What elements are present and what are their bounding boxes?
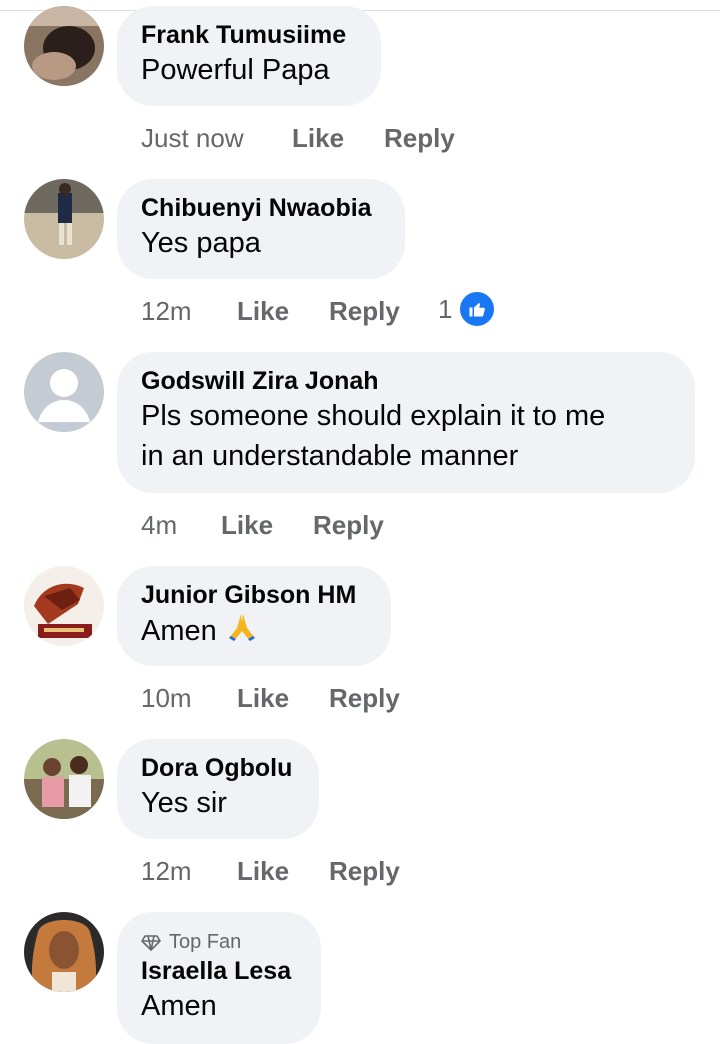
like-button[interactable]: Like (237, 683, 289, 714)
commenter-name[interactable]: Godswill Zira Jonah (141, 366, 671, 396)
comment-text: Yes sir (141, 787, 227, 819)
comment-text: Powerful Papa (141, 54, 330, 86)
diamond-icon (141, 935, 161, 951)
like-button[interactable]: Like (237, 296, 289, 327)
comment-text-line-1: Pls someone should explain it to me (141, 400, 606, 432)
reply-button[interactable]: Reply (313, 510, 384, 541)
comment-bubble: Chibuenyi Nwaobia Yes papa (117, 179, 405, 279)
timestamp[interactable]: 10m (141, 683, 192, 714)
comment-bubble: Godswill Zira Jonah Pls someone should e… (117, 352, 695, 493)
folded-hands-icon (228, 614, 255, 641)
badge-label: Top Fan (169, 931, 242, 953)
reaction-summary[interactable]: 1 (438, 290, 497, 328)
like-button[interactable]: Like (292, 123, 344, 154)
comment-text: Yes papa (141, 227, 261, 259)
comment-bubble: Top Fan Israella Lesa Amen (117, 912, 321, 1044)
commenter-name[interactable]: Chibuenyi Nwaobia (141, 193, 381, 223)
commenter-name[interactable]: Israella Lesa (141, 956, 297, 986)
avatar[interactable] (24, 6, 104, 86)
comment-text-line-2: in an understandable manner (141, 440, 519, 472)
avatar[interactable] (24, 352, 104, 432)
reply-button[interactable]: Reply (329, 856, 400, 887)
comment-bubble: Junior Gibson HM Amen (117, 566, 391, 666)
timestamp[interactable]: 12m (141, 856, 192, 887)
comment-text-content: Amen (141, 615, 217, 647)
avatar[interactable] (24, 566, 104, 646)
reply-button[interactable]: Reply (384, 123, 455, 154)
reply-button[interactable]: Reply (329, 683, 400, 714)
comment-bubble: Frank Tumusiime Powerful Papa (117, 6, 381, 106)
timestamp[interactable]: Just now (141, 123, 244, 154)
like-button[interactable]: Like (237, 856, 289, 887)
reaction-count: 1 (438, 293, 453, 324)
comment-text: Amen (141, 610, 367, 651)
reply-button[interactable]: Reply (329, 296, 400, 327)
commenter-name[interactable]: Frank Tumusiime (141, 20, 357, 50)
timestamp[interactable]: 4m (141, 510, 177, 541)
comment-text: Amen (141, 990, 217, 1022)
avatar[interactable] (24, 912, 104, 992)
commenter-name[interactable]: Junior Gibson HM (141, 580, 367, 610)
avatar[interactable] (24, 179, 104, 259)
avatar[interactable] (24, 739, 104, 819)
top-fan-badge: Top Fan (141, 930, 297, 954)
comment-bubble: Dora Ogbolu Yes sir (117, 739, 319, 839)
commenter-name[interactable]: Dora Ogbolu (141, 753, 295, 783)
thumbs-up-icon (458, 290, 497, 328)
timestamp[interactable]: 12m (141, 296, 192, 327)
like-button[interactable]: Like (221, 510, 273, 541)
